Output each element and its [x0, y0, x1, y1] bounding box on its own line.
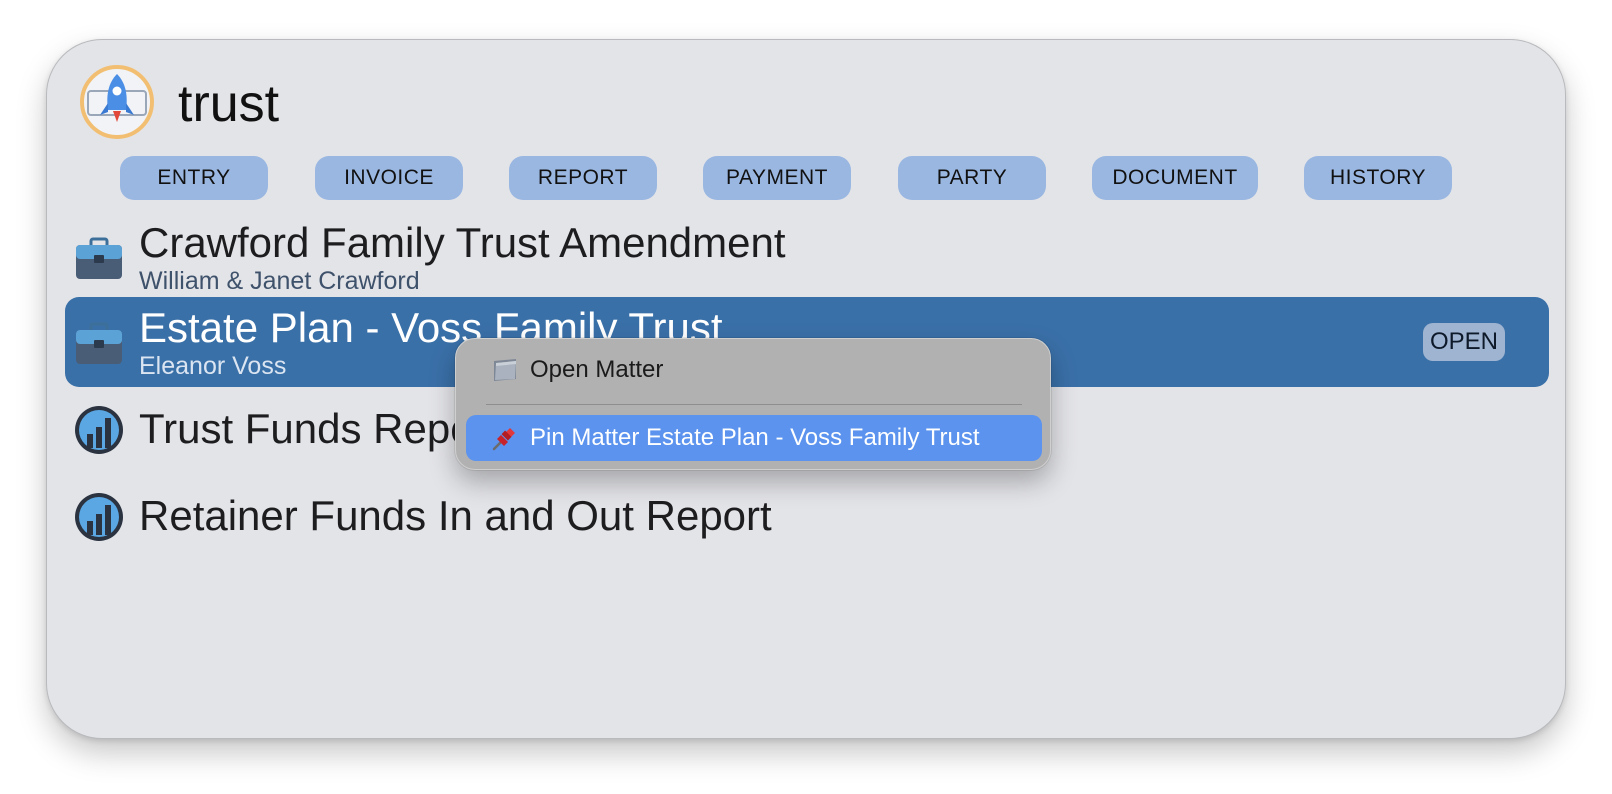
result-row[interactable]: Retainer Funds In and Out Report — [65, 471, 1549, 561]
category-chip-entry[interactable]: ENTRY — [120, 156, 268, 200]
menu-item-label: Pin Matter Estate Plan - Voss Family Tru… — [530, 424, 980, 451]
rocket-app-icon — [79, 64, 155, 140]
context-menu: Open Matter Pin Matter Estate Plan - Vos… — [455, 338, 1051, 470]
result-subtitle: William & Janet Crawford — [139, 267, 420, 295]
search-query[interactable]: trust — [178, 72, 279, 136]
result-title: Trust Funds Report — [139, 405, 500, 452]
menu-item-pin-matter[interactable]: Pin Matter Estate Plan - Voss Family Tru… — [466, 415, 1042, 461]
briefcase-icon — [73, 317, 125, 369]
category-chip-report[interactable]: REPORT — [509, 156, 657, 200]
result-subtitle: Eleanor Voss — [139, 352, 287, 380]
briefcase-icon — [73, 232, 125, 284]
category-chip-document[interactable]: DOCUMENT — [1092, 156, 1258, 200]
category-chip-history[interactable]: HISTORY — [1304, 156, 1452, 200]
result-title: Crawford Family Trust Amendment — [139, 219, 786, 266]
category-chip-payment[interactable]: PAYMENT — [703, 156, 851, 200]
folder-icon — [488, 353, 522, 387]
menu-item-open-matter[interactable]: Open Matter — [466, 347, 1042, 393]
menu-item-label: Open Matter — [530, 356, 664, 383]
category-chip-party[interactable]: PARTY — [898, 156, 1046, 200]
category-chip-invoice[interactable]: INVOICE — [315, 156, 463, 200]
report-chart-icon — [73, 491, 125, 543]
result-title: Retainer Funds In and Out Report — [139, 492, 772, 539]
pushpin-icon — [488, 421, 522, 455]
category-filter-bar: ENTRY INVOICE REPORT PAYMENT PARTY DOCUM… — [47, 156, 1565, 202]
open-badge[interactable]: OPEN — [1423, 323, 1505, 361]
result-row[interactable]: Crawford Family Trust Amendment William … — [65, 212, 1549, 302]
menu-separator — [486, 404, 1022, 405]
report-chart-icon — [73, 404, 125, 456]
